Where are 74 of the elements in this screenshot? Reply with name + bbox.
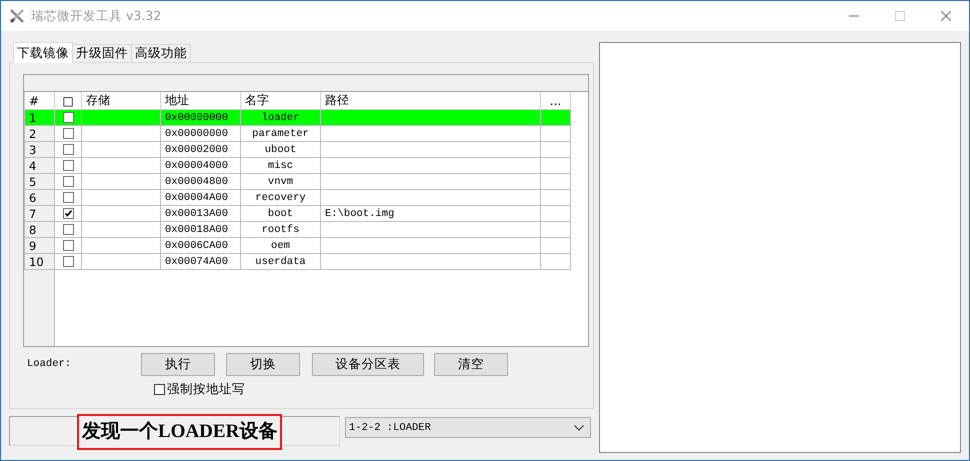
tab[interactable]: 下载镜像 bbox=[13, 42, 73, 63]
table-cell: 8 bbox=[24, 222, 54, 238]
checkbox[interactable] bbox=[62, 176, 74, 187]
action-button[interactable]: 清空 bbox=[434, 352, 508, 376]
checkbox[interactable] bbox=[62, 144, 74, 155]
action-button[interactable]: 切换 bbox=[226, 352, 300, 376]
chevron-down-icon bbox=[574, 424, 584, 430]
table-row[interactable]: 2 0x00000000 parameter bbox=[24, 126, 570, 142]
checkbox[interactable] bbox=[62, 160, 74, 171]
table-row[interactable]: 4 0x00004000 misc bbox=[24, 158, 570, 174]
table-row[interactable]: 7 0x00013A00 boot E:\boot.img bbox=[24, 206, 570, 222]
column-header[interactable]: 名字 bbox=[240, 92, 320, 110]
table-cell: 0x0006CA00 bbox=[160, 238, 240, 254]
table-cell: oem bbox=[240, 238, 320, 254]
table-cell: 0x00004A00 bbox=[160, 190, 240, 206]
table-cell: 9 bbox=[24, 238, 54, 254]
column-header[interactable]: 地址 bbox=[160, 92, 240, 110]
table-cell: uboot bbox=[240, 142, 320, 158]
status-message: 发现一个LOADER设备 bbox=[77, 414, 282, 450]
table-row[interactable]: 9 0x0006CA00 oem bbox=[24, 238, 570, 254]
checkbox[interactable] bbox=[62, 224, 74, 235]
checkbox[interactable] bbox=[62, 128, 74, 139]
table-cell: 0x00004000 bbox=[160, 158, 240, 174]
table-row[interactable]: 10 0x00074A00 userdata bbox=[24, 254, 570, 270]
action-button[interactable]: 设备分区表 bbox=[312, 352, 424, 376]
table-cell: recovery bbox=[240, 190, 320, 206]
table-row[interactable]: 1 0x00000000 loader bbox=[24, 110, 570, 126]
table-cell: 7 bbox=[24, 206, 54, 222]
table-cell: 3 bbox=[24, 142, 54, 158]
table-cell: 0x00013A00 bbox=[160, 206, 240, 222]
checkbox[interactable] bbox=[62, 256, 74, 267]
column-header[interactable]: □ bbox=[54, 92, 82, 110]
table-cell: userdata bbox=[240, 254, 320, 270]
table-cell: 1 bbox=[24, 110, 54, 126]
table-cell: rootfs bbox=[240, 222, 320, 238]
table-cell: misc bbox=[240, 158, 320, 174]
table-cell: parameter bbox=[240, 126, 320, 142]
table-cell: 0x00000000 bbox=[160, 126, 240, 142]
maximize-icon bbox=[895, 11, 905, 21]
force-address-checkbox[interactable]: 强制按地址写 bbox=[154, 381, 245, 398]
close-icon bbox=[941, 11, 951, 21]
table-cell: 0x00004800 bbox=[160, 174, 240, 190]
checkbox[interactable] bbox=[62, 240, 74, 251]
table-row[interactable]: 8 0x00018A00 rootfs bbox=[24, 222, 570, 238]
table-row[interactable]: 3 0x00002000 uboot bbox=[24, 142, 570, 158]
table-cell: 0x00000000 bbox=[160, 110, 240, 126]
checkbox[interactable] bbox=[62, 112, 74, 123]
column-header[interactable]: 路径 bbox=[320, 92, 540, 110]
table-row[interactable]: 5 0x00004800 vnvm bbox=[24, 174, 570, 190]
checkbox[interactable] bbox=[62, 208, 74, 219]
tools-icon bbox=[9, 8, 25, 24]
table-cell: boot bbox=[240, 206, 320, 222]
column-header[interactable]: 存储 bbox=[82, 92, 160, 110]
table-cell: 4 bbox=[24, 158, 54, 174]
table-cell: 0x00074A00 bbox=[160, 254, 240, 270]
checkbox[interactable] bbox=[62, 192, 74, 203]
table-cell: 10 bbox=[24, 254, 54, 270]
table-cell: 5 bbox=[24, 174, 54, 190]
tab[interactable]: 高级功能 bbox=[131, 44, 191, 62]
table-cell: 0x00018A00 bbox=[160, 222, 240, 238]
table-cell: vnvm bbox=[240, 174, 320, 190]
table-row[interactable]: 6 0x00004A00 recovery bbox=[24, 190, 570, 206]
action-button[interactable]: 执行 bbox=[141, 352, 215, 376]
table-cell: E:\boot.img bbox=[320, 206, 540, 222]
window-title: 瑞芯微开发工具 v3.32 bbox=[31, 8, 162, 24]
loader-label: Loader: bbox=[26, 358, 72, 370]
column-header[interactable]: # bbox=[24, 92, 54, 110]
table-cell: loader bbox=[240, 110, 320, 126]
device-dropdown[interactable]: 1-2-2 :LOADER bbox=[345, 417, 591, 438]
column-header[interactable]: ... bbox=[540, 92, 570, 110]
table-cell: 0x00002000 bbox=[160, 142, 240, 158]
table-cell: 6 bbox=[24, 190, 54, 206]
table-cell: 2 bbox=[24, 126, 54, 142]
tab[interactable]: 升级固件 bbox=[72, 44, 132, 62]
